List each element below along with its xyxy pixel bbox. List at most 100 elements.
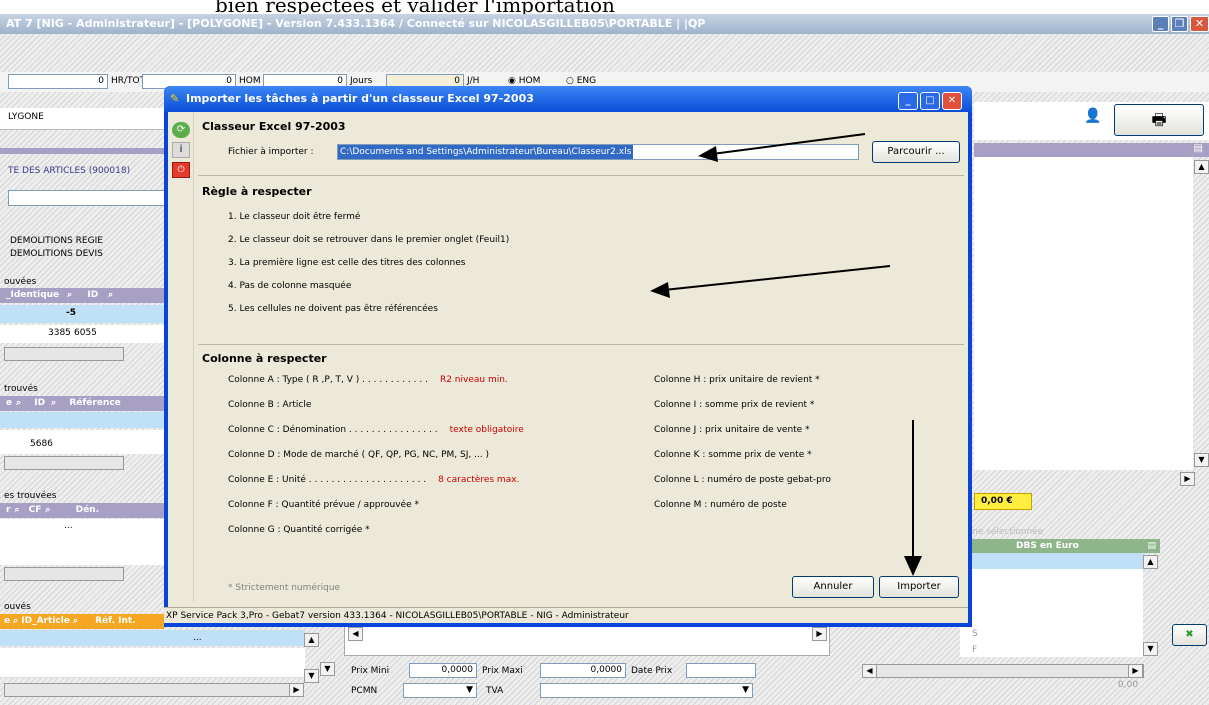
column-rule-g: Colonne G : Quantité corrigée *	[228, 525, 370, 535]
table-row[interactable]: -5	[0, 305, 165, 323]
total-value: 0,00 €	[974, 493, 1032, 510]
grid-menu-icon[interactable]: ▤	[1194, 143, 1203, 154]
print-button[interactable]: 🖶	[1114, 104, 1204, 136]
table3-title: es trouvées	[4, 491, 57, 501]
table3-col-cf[interactable]: CF	[29, 505, 42, 515]
table4-col-ref-int[interactable]: Réf. Int.	[95, 616, 136, 626]
close-button[interactable]: ✕	[1190, 16, 1209, 32]
table1-cell: 6055	[74, 328, 97, 338]
table4-hscrollbar[interactable]	[4, 683, 304, 697]
column-rule-c: Colonne C : Dénomination . . . . . . . .…	[228, 425, 524, 435]
table-row[interactable]	[0, 648, 305, 678]
scroll-up-button[interactable]: ▲	[1143, 555, 1158, 569]
stop-icon[interactable]: ⏻	[172, 162, 190, 178]
table3-header: r ⌕ CF ⌕ Dén.	[0, 503, 165, 518]
table-row[interactable]: 3385 6055	[0, 325, 165, 343]
grid-scroll-left[interactable]: ◀	[348, 627, 363, 641]
sort-icon: ⌕	[51, 398, 57, 408]
table1-col-id[interactable]: ID	[87, 290, 98, 300]
column-rule-b: Colonne B : Article	[228, 400, 311, 410]
minimize-button[interactable]: _	[1152, 16, 1169, 32]
column-rule-e: Colonne E : Unité . . . . . . . . . . . …	[228, 475, 519, 485]
scroll-left-button[interactable]: ◀	[862, 664, 877, 678]
tree-item-demolitions-devis[interactable]: DEMOLITIONS DEVIS	[10, 249, 103, 258]
table-row[interactable]	[0, 412, 165, 428]
grid-menu-icon[interactable]: ▤	[1147, 539, 1156, 553]
scroll-right-button[interactable]: ▶	[1180, 472, 1195, 486]
table-row[interactable]: ...	[0, 630, 305, 646]
import-button[interactable]: Importer	[879, 576, 959, 598]
column-rule-f: Colonne F : Quantité prévue / approuvée …	[228, 500, 419, 510]
scroll-right-button[interactable]: ▶	[289, 683, 304, 697]
app-icon: ✎	[170, 92, 180, 105]
table1-hscrollbar[interactable]	[4, 347, 124, 361]
table1-cell: -5	[66, 308, 76, 318]
table3-col-r[interactable]: r	[6, 505, 10, 515]
browse-button[interactable]: Parcourir ...	[872, 141, 960, 163]
scroll-down-button[interactable]: ▼	[1194, 453, 1209, 467]
footnote: * Strictement numérique	[228, 583, 341, 593]
scroll-right-button[interactable]: ▶	[1128, 664, 1143, 678]
refresh-icon[interactable]: ⟳	[172, 122, 190, 138]
prix-maxi-label: Prix Maxi	[482, 666, 523, 676]
restore-button[interactable]: ❐	[1171, 16, 1188, 32]
scroll-down-button[interactable]: ▼	[320, 662, 335, 676]
table2-col-reference[interactable]: Référence	[69, 398, 120, 408]
browse-button-label: Parcourir ...	[887, 146, 945, 157]
scroll-down-button[interactable]: ▼	[1143, 642, 1158, 656]
table3-col-den[interactable]: Dén.	[76, 505, 99, 515]
column-rule-text: Colonne E : Unité . . . . . . . . . . . …	[228, 475, 427, 485]
table2-col-e[interactable]: e	[6, 398, 12, 408]
articles-filter-input[interactable]	[8, 190, 165, 206]
dialog-title: Importer les tâches à partir d'un classe…	[186, 92, 534, 105]
table-row[interactable]: ...	[0, 519, 165, 565]
divider	[198, 344, 964, 345]
dbs-hscrollbar[interactable]	[862, 664, 1144, 678]
date-prix-field[interactable]	[686, 663, 756, 678]
file-path-input[interactable]: C:\Documents and Settings\Administrateur…	[337, 144, 859, 160]
table3-cell: ...	[64, 521, 73, 531]
column-rule-note: 8 caractères max.	[438, 475, 520, 485]
prix-maxi-field[interactable]: 0,0000	[540, 663, 626, 678]
table4-col-id-article[interactable]: ID_Article	[21, 616, 70, 626]
dialog-close-button[interactable]: ✕	[942, 92, 962, 110]
table1-col-identique[interactable]: _Identique	[6, 290, 59, 300]
import-dialog: ✎ Importer les tâches à partir d'un clas…	[164, 86, 972, 627]
section-regle-title: Règle à respecter	[202, 185, 312, 198]
sort-icon: ⌕	[72, 616, 78, 626]
table-row[interactable]: 5686	[0, 430, 165, 454]
info-icon[interactable]: i	[172, 142, 190, 158]
articles-header: TE DES ARTICLES (900018)	[8, 166, 131, 176]
table4-col-e[interactable]: e	[4, 616, 10, 626]
row-f: F	[972, 645, 978, 655]
hr-tot-field[interactable]: 0	[8, 74, 108, 89]
rule-item: 5. Les cellules ne doivent pas être réfé…	[228, 304, 438, 314]
column-rule-text: Colonne D : Mode de marché ( QF, QP, PG,…	[228, 450, 490, 460]
cancel-button-label: Annuler	[813, 581, 853, 592]
table3-hscrollbar[interactable]	[4, 567, 124, 581]
tree-item-demolitions-regie[interactable]: DEMOLITIONS REGIE	[10, 236, 103, 246]
tva-select[interactable]: ▼	[540, 683, 753, 698]
scroll-down-button[interactable]: ▼	[304, 669, 319, 683]
dbs-column-label[interactable]: DBS en Euro	[1016, 539, 1079, 553]
file-path-value: C:\Documents and Settings\Administrateur…	[338, 145, 634, 159]
column-rule-i: Colonne I : somme prix de revient *	[654, 400, 815, 410]
table2-hscrollbar[interactable]	[4, 456, 124, 470]
table-row[interactable]	[960, 553, 1143, 569]
column-rule-h: Colonne H : prix unitaire de revient *	[654, 375, 820, 385]
scroll-up-button[interactable]: ▲	[304, 633, 319, 647]
grid-scroll-right[interactable]: ▶	[812, 627, 827, 641]
cancel-button[interactable]: Annuler	[792, 576, 874, 598]
prix-mini-field[interactable]: 0,0000	[409, 663, 477, 678]
table4-cell: ...	[193, 633, 202, 643]
pcmn-select[interactable]: ▼	[403, 683, 477, 698]
dialog-maximize-button[interactable]: □	[920, 92, 940, 110]
user-icon[interactable]: 👤	[1084, 108, 1101, 124]
app-title-bar: AT 7 [NIG - Administrateur] - [POLYGONE]…	[0, 14, 1209, 34]
table2-header: e ⌕ ID ⌕ Référence	[0, 396, 165, 411]
table2-col-id[interactable]: ID	[34, 398, 45, 408]
excel-export-icon[interactable]: ✖	[1172, 624, 1207, 646]
side-scroll: ▼	[320, 660, 336, 676]
scroll-up-button[interactable]: ▲	[1194, 160, 1209, 174]
dialog-minimize-button[interactable]: _	[898, 92, 918, 110]
